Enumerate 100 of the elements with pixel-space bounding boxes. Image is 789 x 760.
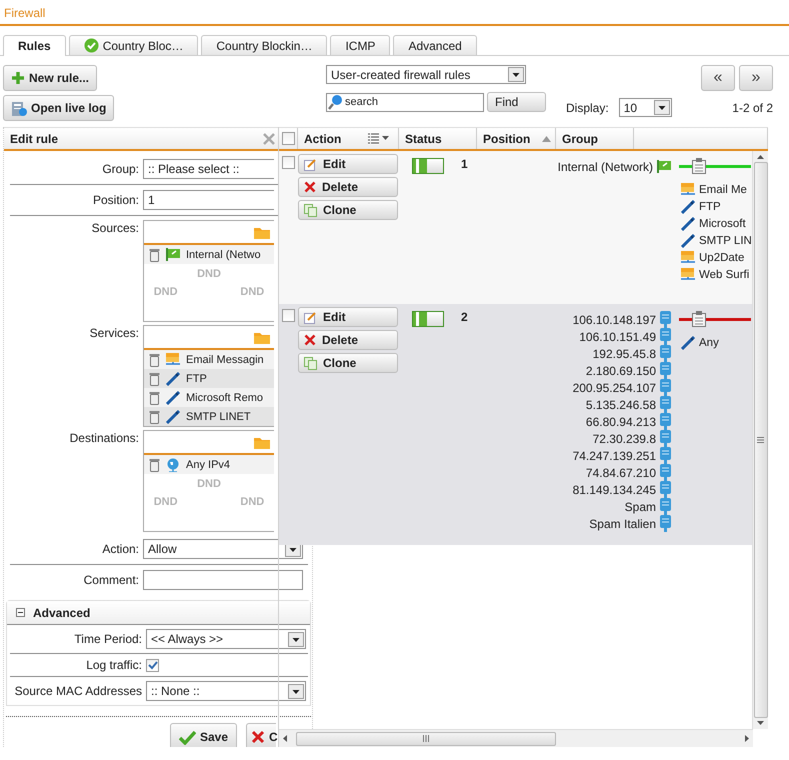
menu-icon[interactable] [368,133,390,144]
server-icon [660,515,671,532]
drop-hint: DND [239,496,266,508]
tab[interactable]: Country Bloc… [68,35,198,55]
page-size-dropdown[interactable]: 10 [618,98,672,117]
network-object: Spam Italien [589,516,656,530]
down-arrow-icon[interactable] [757,721,764,725]
trash-icon[interactable] [149,248,160,262]
caret-icon[interactable] [288,632,304,646]
toggle-switch[interactable] [412,311,444,327]
delete-button[interactable]: Delete [298,330,398,350]
service-name: SMTP LIN [699,234,751,246]
pencil-icon [304,158,317,170]
left-arrow-icon[interactable] [283,735,287,742]
server-icon [660,481,671,498]
list-row[interactable]: FTP [144,369,274,388]
document-icon [11,100,27,116]
item-name: Internal (Netwo [186,248,261,260]
filter-dropdown[interactable]: User-created firewall rules [326,65,526,84]
list-row[interactable]: SMTP LINET [144,407,274,426]
column-header[interactable]: Action [298,128,399,149]
column-header[interactable]: Position [477,128,556,149]
checkbox[interactable] [282,156,295,169]
flag-icon [657,160,671,173]
folder-icon[interactable] [254,330,270,344]
edit-button[interactable]: Edit [298,307,398,327]
caret-icon[interactable] [654,100,670,115]
caret-icon[interactable] [508,67,524,82]
collapse-icon[interactable] [16,608,25,617]
previous-page-button[interactable]: « [701,65,735,91]
next-page-button[interactable]: » [739,65,773,91]
right-arrow-icon[interactable] [745,735,749,742]
horizontal-scrollbar[interactable] [279,729,753,747]
server-icon [660,413,671,430]
new-rule-button[interactable]: New rule... [3,65,98,91]
grip-icon [423,735,429,742]
trash-icon[interactable] [149,410,160,424]
open-live-log-button[interactable]: Open live log [3,95,114,121]
section-header[interactable]: Advanced [7,601,310,625]
list-row[interactable]: Internal (Netwo [144,245,274,264]
cross-icon [304,181,316,193]
tab[interactable]: Country Blockin… [201,35,328,55]
find-button[interactable]: Find [487,92,546,112]
tab[interactable]: ICMP [330,35,390,55]
checkbox[interactable] [282,132,295,145]
close-icon[interactable] [263,132,275,144]
flag-icon [166,248,180,261]
position-field[interactable]: 1 [143,190,274,210]
cable-icon [681,336,695,350]
list-row[interactable]: Email Messagin [144,350,274,369]
column-header[interactable]: Group [556,128,634,149]
mac-address-dropdown[interactable]: :: None :: [146,681,306,701]
scroll-thumb[interactable] [296,732,556,746]
grip-icon [757,437,764,443]
position-number: 1 [461,157,468,171]
edit-button[interactable]: Edit [298,154,398,174]
delete-button[interactable]: Delete [298,177,398,197]
clone-button[interactable]: Clone [298,353,398,373]
save-button[interactable]: Save [170,723,237,747]
checkbox[interactable] [282,309,295,322]
network-object: 81.149.134.245 [572,482,656,496]
checkbox[interactable] [146,658,159,672]
checkmark-icon [178,730,196,744]
network-object: Internal (Network) [558,160,653,174]
list-row[interactable]: Any IPv4 [144,455,274,474]
item-name: SMTP LINET [186,410,251,422]
tab[interactable]: Advanced [393,35,477,55]
tab[interactable]: Rules [3,35,66,56]
section-title: Advanced [33,606,90,620]
comment-field[interactable] [143,570,303,590]
item-name: FTP [186,372,207,384]
caret-icon[interactable] [288,684,304,698]
server-icon [660,379,671,396]
cable-icon [681,234,695,248]
sort-icon[interactable] [542,136,551,142]
cable-icon [166,410,180,424]
field-label: Group: [101,162,140,176]
folder-icon[interactable] [254,226,270,238]
scroll-thumb[interactable] [754,162,768,718]
up-arrow-icon[interactable] [757,155,764,159]
trash-icon[interactable] [149,352,160,366]
cancel-button[interactable]: C [246,723,276,747]
server-icon [660,498,671,515]
vertical-scrollbar[interactable] [752,151,768,729]
time-period-dropdown[interactable]: << Always >> [146,629,306,649]
network-object: 106.10.148.197 [572,312,656,326]
field-label: Time Period: [73,632,143,646]
network-object: Spam [624,500,656,514]
folder-icon[interactable] [254,436,270,448]
column-header[interactable]: Status [399,128,477,149]
list-row[interactable]: Microsoft Remo [144,388,274,407]
trash-icon[interactable] [149,372,160,386]
trash-icon[interactable] [149,390,160,404]
toggle-switch[interactable] [412,158,444,174]
clone-button[interactable]: Clone [298,200,398,220]
trash-icon[interactable] [149,458,160,472]
group-dropdown[interactable]: :: Please select :: [143,159,274,179]
field-label: Position: [92,193,140,207]
search-field[interactable]: search [326,92,484,112]
action-dropdown[interactable]: Allow [143,539,303,559]
